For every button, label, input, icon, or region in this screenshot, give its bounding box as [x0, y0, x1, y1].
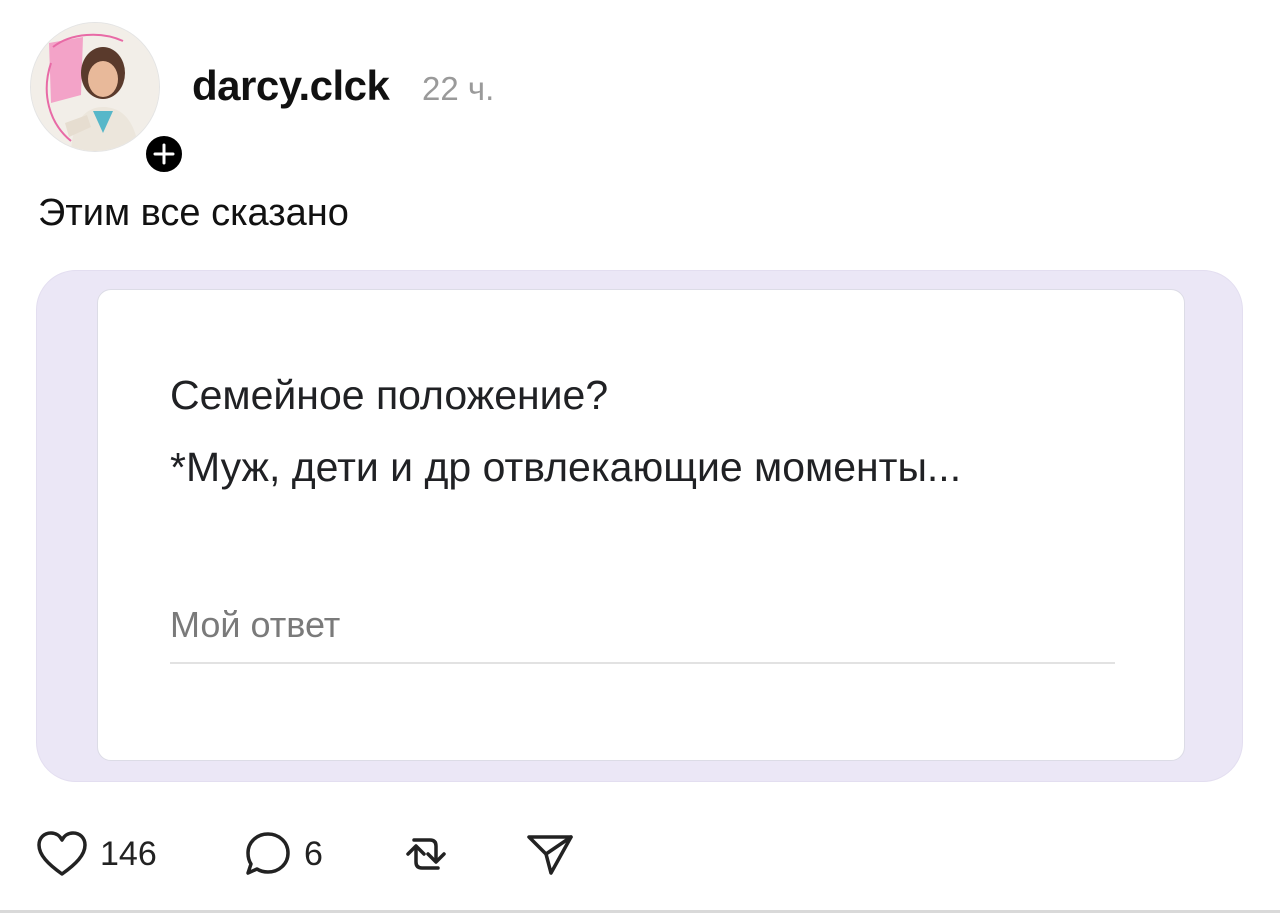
form-question-card	[97, 289, 1185, 761]
username[interactable]: darcy.clck	[192, 62, 390, 110]
plus-icon	[153, 143, 175, 165]
avatar[interactable]	[30, 22, 160, 152]
form-question-title: Семейное положение?	[170, 372, 609, 418]
comment-count: 6	[304, 834, 323, 873]
post-caption: Этим все сказано	[38, 192, 349, 234]
heart-icon	[37, 831, 87, 876]
post-header-avatar[interactable]	[30, 22, 186, 176]
repost-button[interactable]	[400, 826, 452, 882]
post-timestamp: 22 ч.	[422, 70, 495, 107]
answer-placeholder: Мой ответ	[170, 604, 341, 645]
form-question-note: *Муж, дети и др отвлекающие моменты...	[170, 444, 962, 490]
like-count: 146	[100, 834, 157, 873]
profile-photo-icon	[31, 23, 159, 151]
repost-icon	[406, 838, 446, 870]
answer-field: Мой ответ	[170, 598, 1115, 664]
comment-button[interactable]: 6	[244, 826, 323, 882]
share-button[interactable]	[524, 826, 576, 882]
send-icon	[527, 835, 573, 875]
follow-button[interactable]	[142, 132, 186, 176]
like-button[interactable]: 146	[36, 826, 157, 882]
comment-bubble-icon	[246, 832, 290, 875]
